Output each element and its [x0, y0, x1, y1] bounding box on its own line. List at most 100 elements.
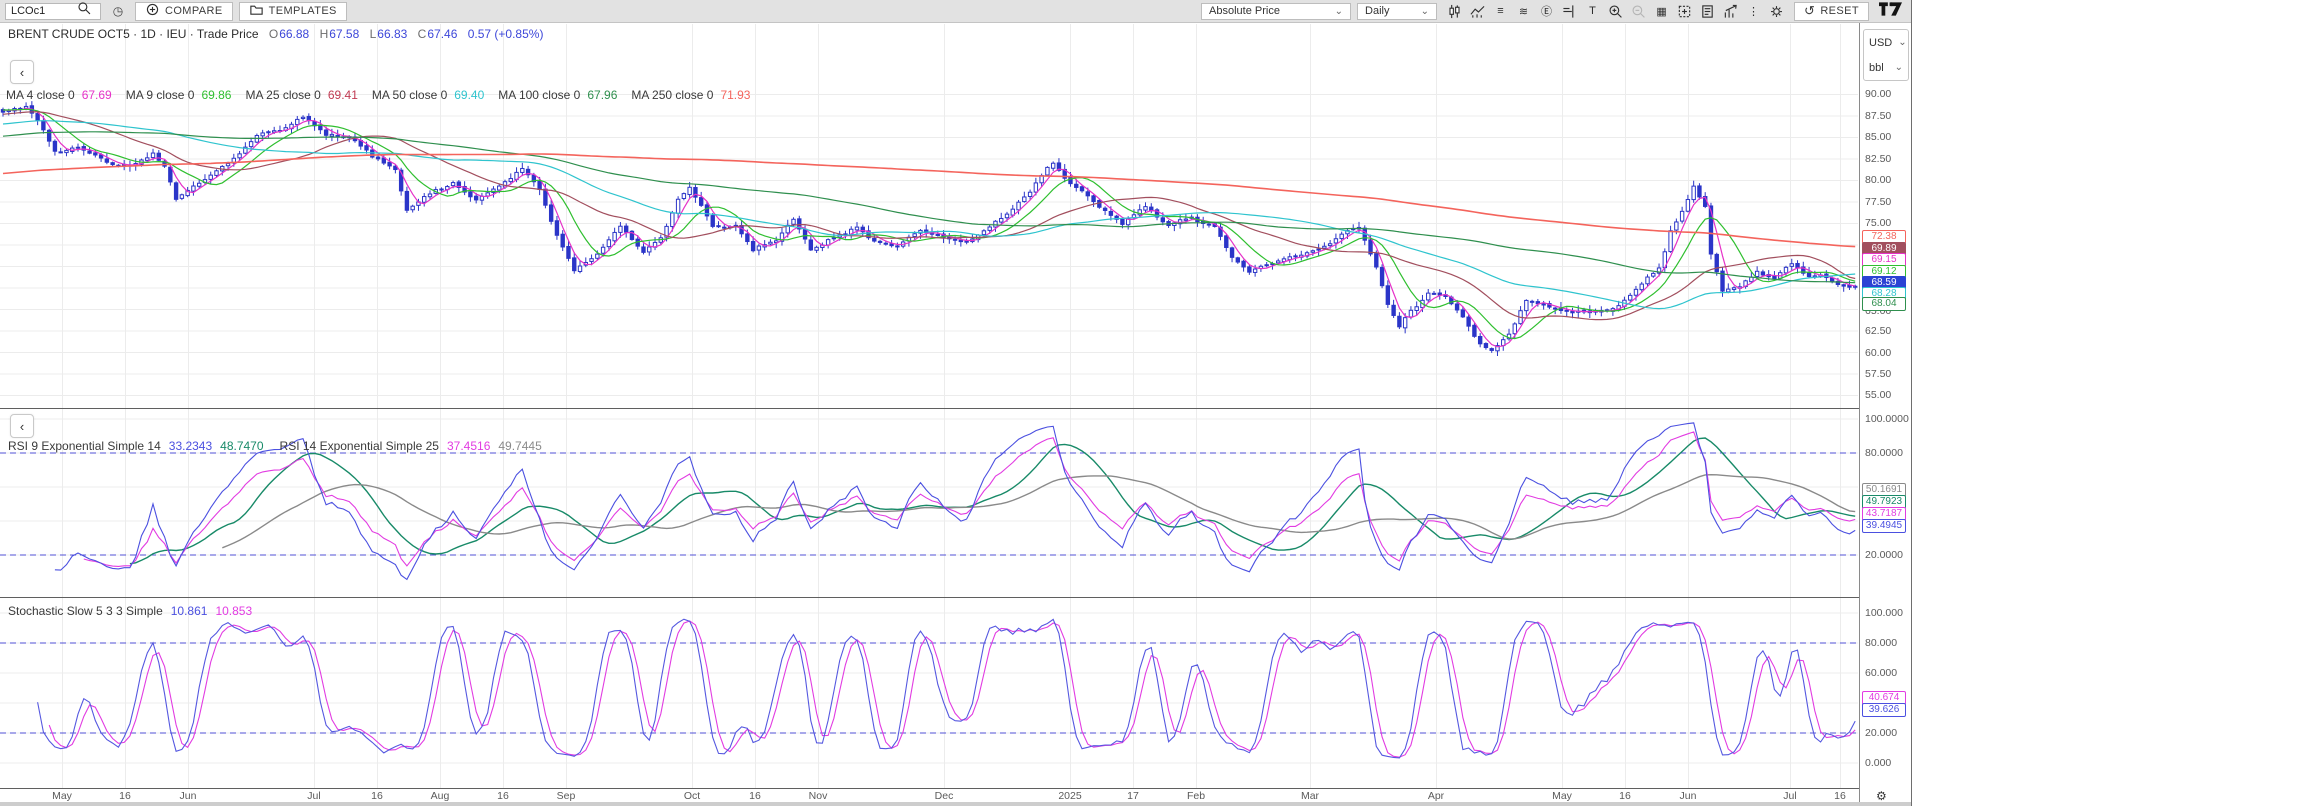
reset-label: RESET: [1820, 5, 1859, 17]
time-axis-label: Jul: [1783, 790, 1796, 802]
settings-icon[interactable]: [1765, 2, 1788, 21]
time-axis-label: 16: [119, 790, 131, 802]
pane-separator[interactable]: [0, 408, 1911, 409]
templates-label: TEMPLATES: [269, 5, 337, 17]
news-icon[interactable]: [1696, 2, 1719, 21]
ma-value: 69.86: [201, 88, 231, 102]
stochastic-legend-item[interactable]: Stochastic Slow 5 3 3 Simple10.86110.853: [8, 604, 252, 618]
ma-legend-item[interactable]: MA 9 close 069.86: [126, 88, 232, 102]
ma-label: MA 25 close 0: [245, 88, 320, 102]
scale-tick: 82.50: [1865, 153, 1891, 165]
unit-dropdown[interactable]: bbl ⌄: [1864, 55, 1908, 80]
history-clock-icon[interactable]: ◷: [107, 2, 129, 21]
add-pane-icon[interactable]: [1673, 2, 1696, 21]
change-value: 0.57 (+0.85%): [468, 27, 544, 41]
time-axis-label: 16: [749, 790, 761, 802]
symbol-search-box[interactable]: [5, 3, 101, 20]
time-axis-label: Jun: [1680, 790, 1697, 802]
stochastic-d-line: [49, 621, 1855, 757]
ma-legend-item[interactable]: MA 25 close 0 69.41: [245, 88, 357, 102]
time-axis-label: Feb: [1187, 790, 1205, 802]
ma-legend-item[interactable]: MA 4 close 0 67.69: [6, 88, 112, 102]
chart-canvas[interactable]: [0, 0, 1858, 806]
currency-value: USD: [1869, 37, 1892, 49]
chart-plot-area[interactable]: [0, 0, 1858, 806]
scale-tick: 60.000: [1865, 667, 1897, 679]
price-scale[interactable]: USD ⌄ bbl ⌄ 90.0087.5085.0082.5080.0077.…: [1859, 23, 1911, 802]
ma-legend-item[interactable]: MA 100 close 067.96: [498, 88, 617, 102]
close-value: 67.46: [427, 27, 457, 41]
scale-tick: 60.00: [1865, 347, 1891, 359]
indicator-label: Stochastic Slow 5 3 3 Simple: [8, 604, 163, 618]
ma-legend-item[interactable]: MA 250 close 071.93: [631, 88, 750, 102]
symbol-input[interactable]: [11, 5, 77, 17]
time-axis-label: 17: [1127, 790, 1139, 802]
ma-value: 67.69: [82, 88, 112, 102]
scale-tick: 80.00: [1865, 174, 1891, 186]
indicator-value: 10.853: [215, 604, 252, 618]
indicator-label: RSI 14 Exponential Simple 25: [280, 439, 439, 453]
scale-tick: 90.00: [1865, 88, 1891, 100]
time-axis-label: 16: [497, 790, 509, 802]
waves-overlay-icon[interactable]: ≋: [1512, 2, 1535, 21]
window-bottom-strip: [0, 802, 1911, 806]
scale-tick: 77.50: [1865, 196, 1891, 208]
high-value: 67.58: [329, 27, 359, 41]
ma-100-line: [3, 132, 1855, 283]
table-view-icon[interactable]: ▦: [1650, 2, 1673, 21]
search-icon: [77, 1, 92, 21]
ma-legend[interactable]: MA 4 close 0 67.69 MA 9 close 069.86 MA 25 …: [6, 88, 764, 102]
zoom-in-icon[interactable]: [1604, 2, 1627, 21]
rsi-legend-item[interactable]: RSI 14 Exponential Simple 2537.451649.74…: [280, 439, 542, 453]
rsi-legend[interactable]: RSI 9 Exponential Simple 1433.234348.747…: [8, 439, 558, 453]
reset-button[interactable]: ↺ RESET: [1794, 2, 1869, 21]
time-axis[interactable]: May16JunJul16Aug16SepOct16NovDec202517Fe…: [0, 789, 1858, 802]
scale-tick: 20.000: [1865, 727, 1897, 739]
toolbar-icon-group: ≡≋Ⓔ T ▦ ⋮: [1443, 2, 1788, 21]
collapse-pane-button[interactable]: ‹: [10, 414, 34, 438]
candlestick-chart-icon[interactable]: [1443, 2, 1466, 21]
low-value: 66.83: [377, 27, 407, 41]
templates-button[interactable]: TEMPLATES: [239, 2, 347, 21]
interval-dropdown[interactable]: Daily ⌄: [1357, 3, 1437, 20]
ma-value: 69.41: [328, 88, 358, 102]
open-label: O: [269, 27, 278, 41]
symbol-legend[interactable]: BRENT CRUDE OCT5 · 1D · IEU · Trade Pric…: [8, 27, 543, 41]
scale-tick: 57.50: [1865, 368, 1891, 380]
ma-label: MA 50 close 0: [372, 88, 447, 102]
symbol-title: BRENT CRUDE OCT5 · 1D · IEU · Trade Pric…: [8, 27, 259, 41]
stochastic-legend[interactable]: Stochastic Slow 5 3 3 Simple10.86110.853: [8, 604, 268, 618]
collapse-pane-button[interactable]: ‹: [10, 60, 34, 84]
time-axis-label: 16: [371, 790, 383, 802]
undo-icon: ↺: [1804, 3, 1815, 19]
indicator-value: 37.4516: [447, 439, 490, 453]
text-tool-icon[interactable]: T: [1581, 2, 1604, 21]
chart-stats-icon[interactable]: [1719, 2, 1742, 21]
ma-label: MA 4 close 0: [6, 88, 75, 102]
price-mode-value: Absolute Price: [1209, 5, 1280, 17]
axis-settings-gear-icon[interactable]: ⚙: [1876, 789, 1887, 803]
events-icon[interactable]: Ⓔ: [1535, 2, 1558, 21]
rows-layout-icon[interactable]: ≡: [1489, 2, 1512, 21]
price-mode-dropdown[interactable]: Absolute Price ⌄: [1201, 3, 1351, 20]
axis-scale-icon[interactable]: [1558, 2, 1581, 21]
scale-tick: 80.000: [1865, 637, 1897, 649]
time-axis-label: 16: [1834, 790, 1846, 802]
more-options-icon[interactable]: ⋮: [1742, 2, 1765, 21]
indicators-icon[interactable]: [1466, 2, 1489, 21]
rsi-legend-item[interactable]: RSI 9 Exponential Simple 1433.234348.747…: [8, 439, 264, 453]
zoom-out-icon: [1627, 2, 1650, 21]
pane-separator[interactable]: [0, 597, 1911, 598]
time-axis-label: Dec: [935, 790, 954, 802]
time-axis-label: Jun: [180, 790, 197, 802]
ma-legend-item[interactable]: MA 50 close 0 69.40: [372, 88, 484, 102]
time-axis-label: Sep: [557, 790, 576, 802]
currency-dropdown[interactable]: USD ⌄: [1864, 30, 1908, 55]
time-axis-label: Aug: [431, 790, 450, 802]
low-label: L: [370, 27, 377, 41]
ma-value: 71.93: [720, 88, 750, 102]
indicator-value: 33.2343: [169, 439, 212, 453]
compare-button[interactable]: COMPARE: [135, 2, 233, 21]
scale-unit-box: USD ⌄ bbl ⌄: [1863, 29, 1909, 81]
ma-value: 69.40: [454, 88, 484, 102]
